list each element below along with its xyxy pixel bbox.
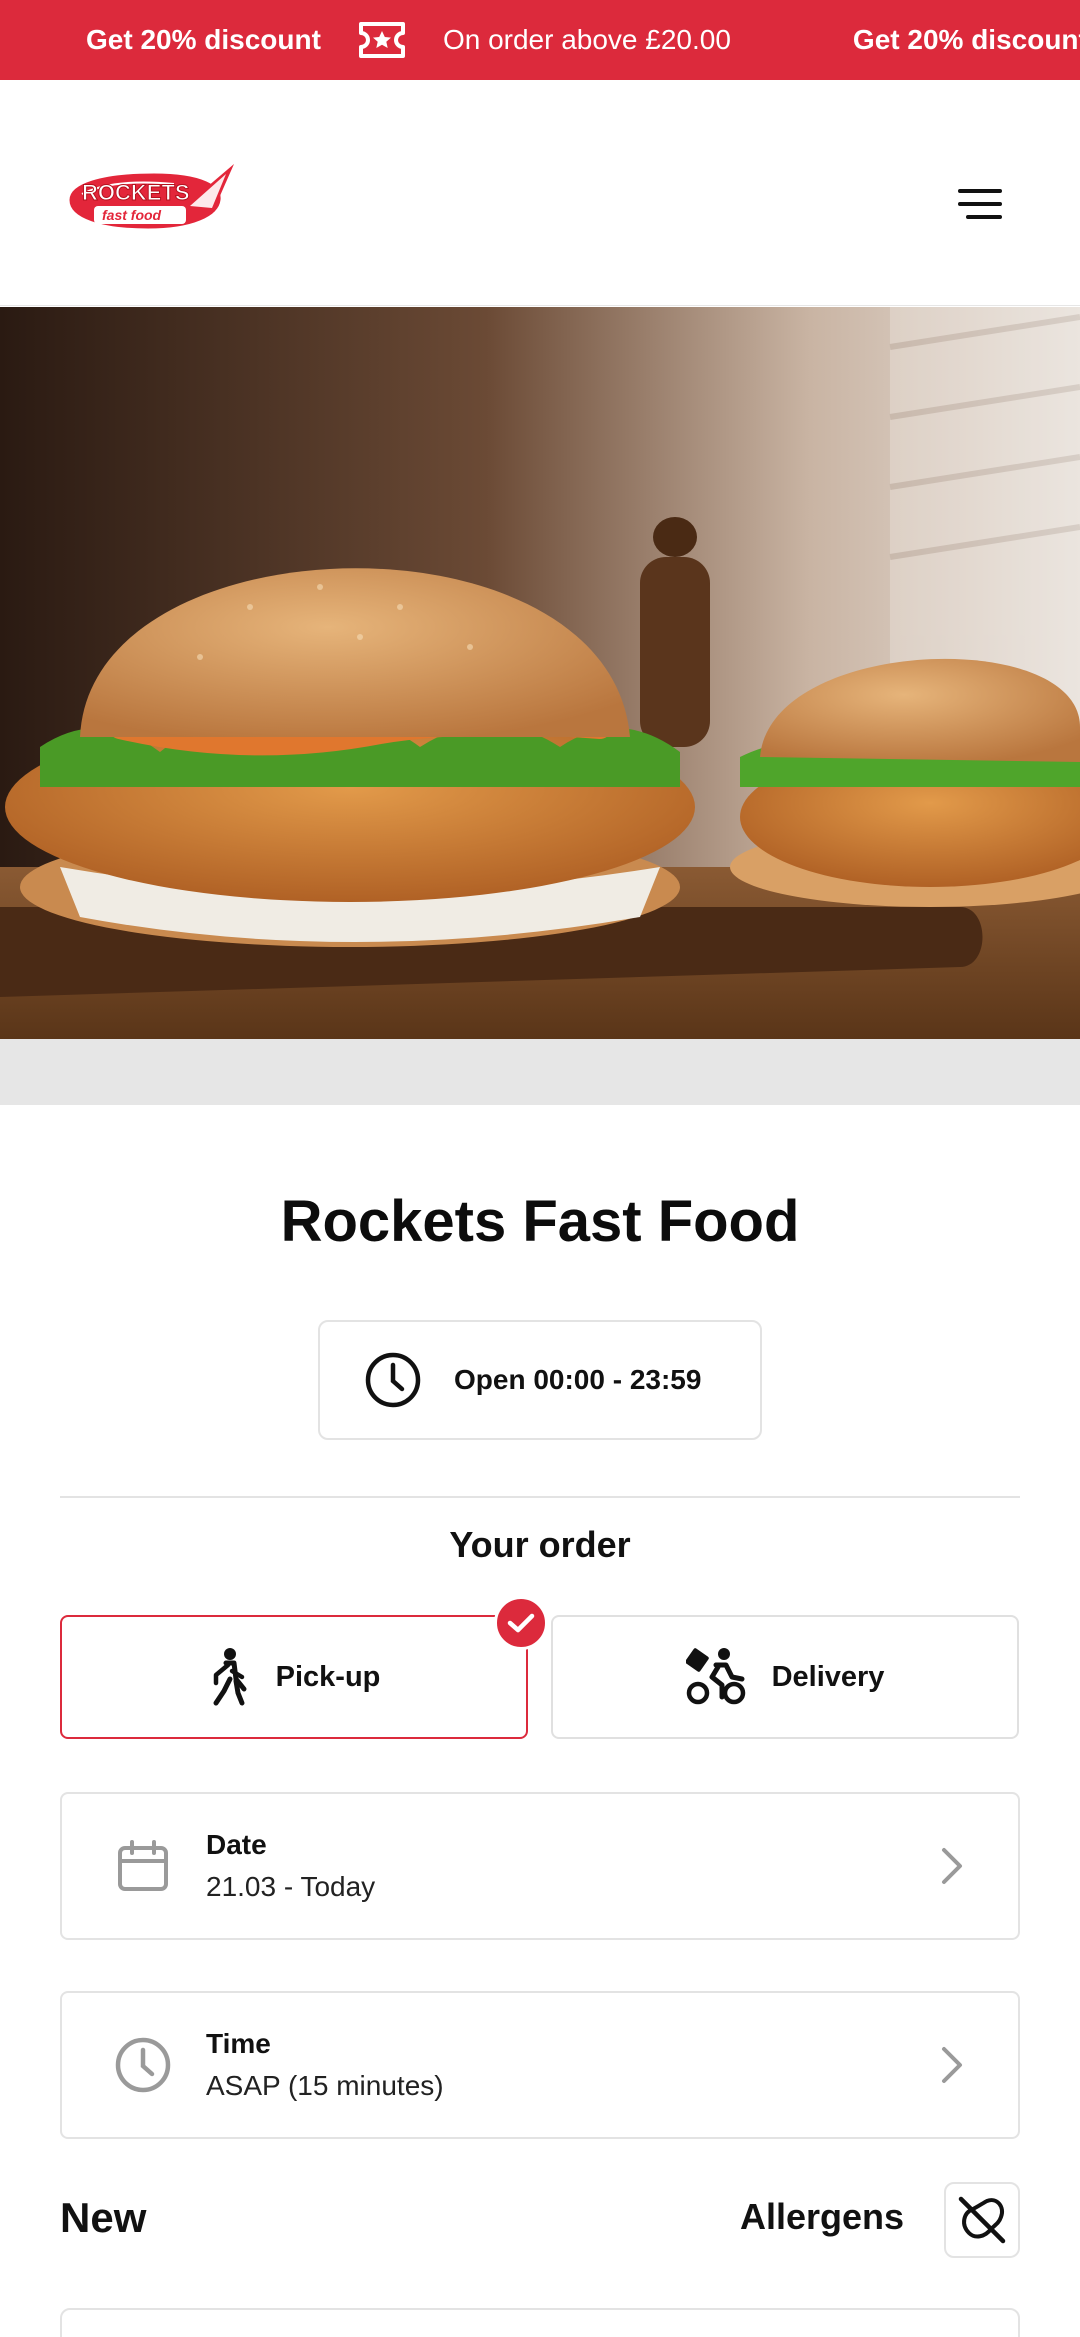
hero-bottom-band	[0, 1039, 1080, 1105]
opening-hours-text: Open 00:00 - 23:59	[454, 1364, 702, 1395]
delivery-bike-icon	[685, 1648, 745, 1705]
time-label: Time	[206, 2028, 271, 2059]
time-value: ASAP (15 minutes)	[206, 2070, 444, 2101]
ticket-star-icon	[357, 20, 407, 60]
hamburger-menu-button[interactable]	[948, 172, 1012, 236]
restaurant-name: Rockets Fast Food	[280, 1189, 800, 1254]
pickup-option[interactable]: Pick-up	[60, 1615, 528, 1739]
site-header: ROCKETS fast food	[0, 80, 1080, 306]
clock-outline-icon	[112, 2034, 174, 2096]
calendar-icon	[112, 1835, 174, 1897]
your-order-heading: Your order	[449, 1524, 631, 1565]
selected-check-icon	[494, 1596, 548, 1650]
allergen-peanut-icon	[958, 2196, 1006, 2244]
delivery-option[interactable]: Delivery	[551, 1615, 1019, 1739]
opening-hours-badge: Open 00:00 - 23:59	[318, 1320, 762, 1440]
hamburger-icon	[958, 189, 1002, 219]
date-selector[interactable]: Date 21.03 - Today	[60, 1792, 1020, 1940]
promo-track: Get 20% discount On order above £20.00 G…	[86, 0, 1080, 80]
allergens-label: Allergens	[740, 2196, 905, 2237]
chevron-right-icon	[932, 2045, 972, 2085]
promo-discount-text-repeat: Get 20% discount	[852, 24, 1080, 55]
promo-discount-text: Get 20% discount	[86, 24, 321, 55]
promo-banner: Get 20% discount On order above £20.00 G…	[0, 0, 1080, 80]
allergens-button[interactable]	[944, 2182, 1020, 2258]
svg-text:ROCKETS: ROCKETS	[82, 180, 190, 205]
svg-text:fast food: fast food	[102, 207, 162, 223]
section-divider	[60, 1496, 1020, 1498]
new-section-heading: New	[60, 2194, 147, 2241]
walking-person-icon	[213, 1648, 247, 1706]
clock-icon	[365, 1352, 421, 1408]
date-label: Date	[206, 1829, 267, 1860]
time-selector[interactable]: Time ASAP (15 minutes)	[60, 1991, 1020, 2139]
rockets-logo[interactable]: ROCKETS fast food	[62, 160, 238, 240]
hero-burger-image	[0, 307, 1080, 1039]
promo-condition-text: On order above £20.00	[442, 24, 731, 55]
pickup-label: Pick-up	[275, 1660, 381, 1693]
menu-item-card[interactable]	[60, 2308, 1020, 2337]
date-value: 21.03 - Today	[206, 1871, 376, 1902]
chevron-right-icon	[932, 1846, 972, 1886]
delivery-label: Delivery	[771, 1660, 885, 1693]
